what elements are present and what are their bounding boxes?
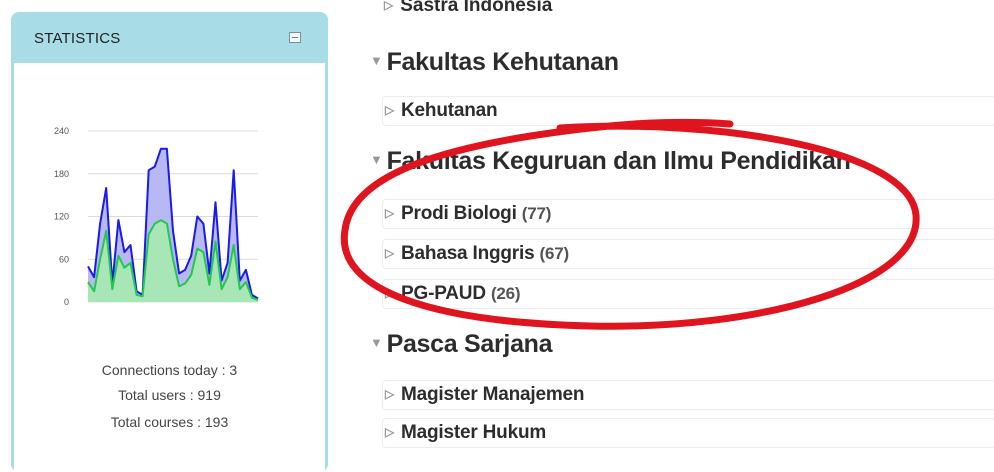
course-count: (67): [539, 244, 570, 263]
category-name: Fakultas Keguruan dan Ilmu Pendidikan: [386, 147, 851, 175]
triangle-down-icon: ▼: [370, 52, 383, 68]
course-name: Magister Hukum: [401, 422, 547, 443]
category-fakultas-kehutanan[interactable]: ▼ Fakultas Kehutanan: [370, 48, 619, 77]
course-name: Magister Manajemen: [401, 384, 585, 405]
y-tick-label: 120: [54, 212, 69, 222]
category-name: Fakultas Kehutanan: [386, 48, 619, 76]
category-fakultas-keguruan[interactable]: ▼ Fakultas Keguruan dan Ilmu Pendidikan: [370, 147, 851, 176]
triangle-right-icon: ▷: [385, 246, 395, 260]
category-pasca-sarjana[interactable]: ▼ Pasca Sarjana: [370, 330, 553, 359]
course-name: Kehutanan: [401, 100, 498, 121]
y-tick-label: 180: [54, 169, 69, 179]
statistics-chart: 240 180 120 60 0: [54, 126, 259, 307]
course-count: (77): [521, 204, 552, 223]
course-count: (26): [490, 284, 521, 303]
triangle-right-icon: ▷: [385, 103, 395, 117]
course-name: Sastra Indonesia: [400, 0, 553, 16]
statistics-body: 240 180 120 60 0 Connections today : 3 Total…: [14, 63, 325, 472]
triangle-down-icon: ▼: [370, 334, 383, 350]
course-bahasa-inggris[interactable]: ▷ Bahasa Inggris (67): [382, 239, 994, 269]
connections-today: Connections today : 3: [101, 362, 238, 378]
y-tick-label: 60: [59, 254, 69, 264]
category-name: Pasca Sarjana: [386, 330, 553, 358]
y-tick-label: 240: [54, 126, 69, 136]
course-magister-manajemen[interactable]: ▷ Magister Manajemen: [382, 380, 994, 410]
triangle-down-icon: ▼: [370, 151, 383, 167]
triangle-right-icon: ▷: [385, 387, 395, 401]
course-name: Bahasa Inggris: [401, 243, 535, 264]
statistics-block: STATISTICS 240 180 120 60 0 Connections toda…: [11, 12, 328, 472]
course-name: PG-PAUD: [401, 283, 486, 304]
course-kehutanan[interactable]: ▷ Kehutanan: [382, 96, 994, 126]
statistics-header: STATISTICS: [11, 12, 328, 62]
statistics-title: STATISTICS: [34, 30, 121, 47]
total-courses: Total courses : 193: [110, 414, 229, 430]
triangle-right-icon: ▷: [385, 425, 395, 439]
course-magister-hukum[interactable]: ▷ Magister Hukum: [382, 418, 994, 448]
triangle-right-icon: ▷: [385, 206, 395, 220]
course-pg-paud[interactable]: ▷ PG-PAUD (26): [382, 279, 994, 309]
minus-square-icon[interactable]: [289, 32, 301, 43]
course-name: Prodi Biologi: [401, 203, 517, 224]
triangle-right-icon: ▷: [385, 286, 395, 300]
triangle-right-icon: ▷: [384, 0, 394, 12]
total-users: Total users : 919: [118, 387, 221, 403]
y-tick-label: 0: [64, 297, 69, 307]
course-prodi-biologi[interactable]: ▷ Prodi Biologi (77): [382, 199, 994, 229]
